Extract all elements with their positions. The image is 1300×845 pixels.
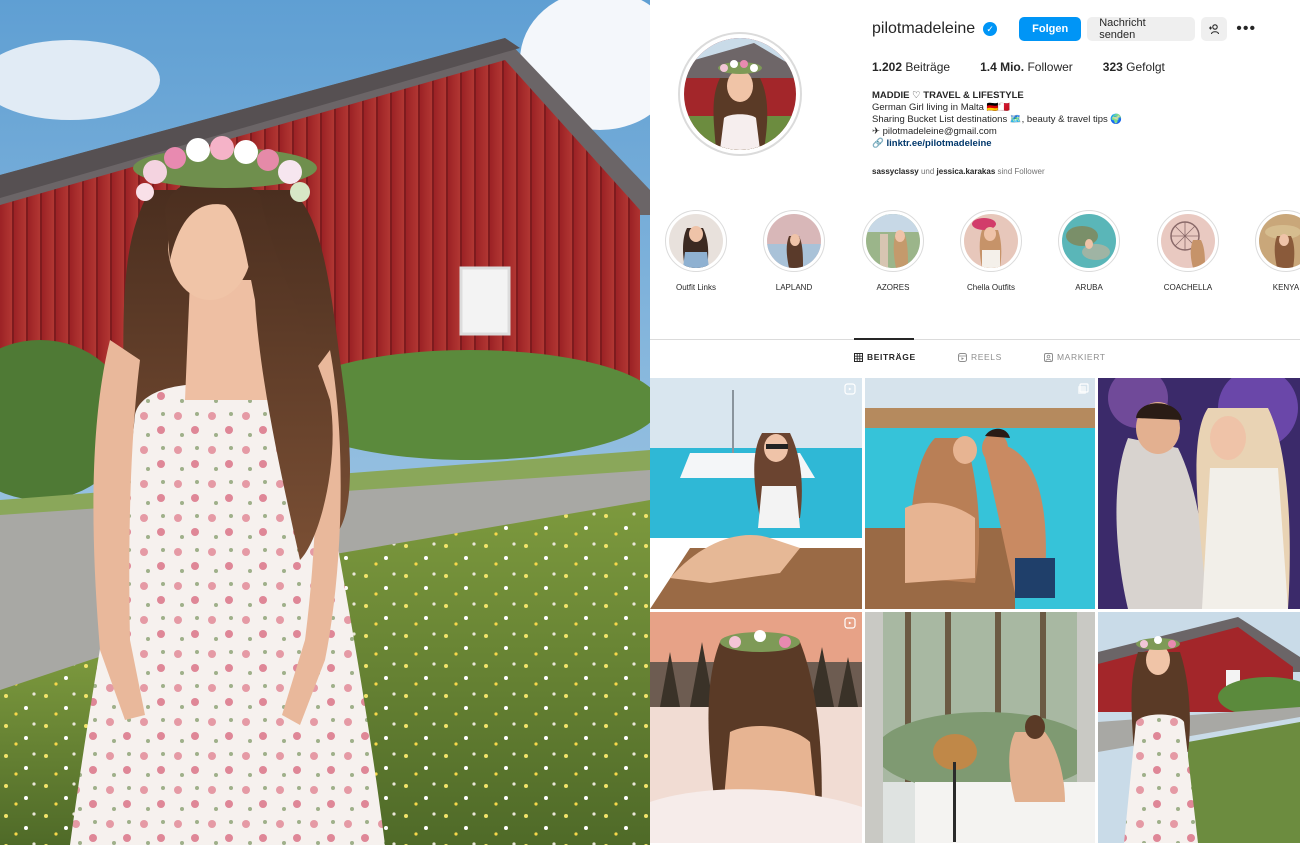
highlight-thumbnail: [964, 214, 1018, 268]
tab-tagged[interactable]: MARKIERT: [1044, 352, 1106, 362]
post-image: [865, 612, 1095, 843]
highlight-label: LAPLAND: [775, 283, 813, 292]
bio-link[interactable]: 🔗 linktr.ee/pilotmadeleine: [872, 138, 1192, 150]
add-user-icon: [1209, 24, 1220, 35]
grid-icon: [854, 352, 863, 362]
active-tab-indicator: [854, 338, 914, 340]
followers-stat[interactable]: 1.4 Mio. Follower: [980, 60, 1073, 74]
bio-name: MADDIE ♡ TRAVEL & LIFESTYLE: [872, 90, 1024, 101]
send-message-button[interactable]: Nachricht senden: [1087, 17, 1196, 41]
reel-indicator-icon: [844, 383, 856, 395]
highlight-label: Outfit Links: [675, 283, 716, 292]
followed-by-text[interactable]: sassyclassy und jessica.karakas sind Fol…: [872, 167, 1045, 176]
profile-header: pilotmadeleine ✓ Folgen Nachricht senden…: [872, 16, 1259, 42]
tab-reels[interactable]: REELS: [958, 352, 1002, 362]
highlight-thumbnail: [669, 214, 723, 268]
post-thumbnail[interactable]: [650, 378, 862, 609]
following-stat[interactable]: 323 Gefolgt: [1103, 60, 1165, 74]
tagged-icon: [1044, 352, 1053, 362]
hero-photo: [0, 0, 650, 845]
bio-line: German Girl living in Malta 🇩🇪🇲🇹: [872, 102, 1011, 113]
highlight-item[interactable]: Outfit Links: [656, 210, 736, 292]
post-image: [650, 612, 862, 843]
post-thumbnail[interactable]: [865, 378, 1095, 609]
post-thumbnail[interactable]: [1098, 612, 1300, 843]
bio-email: ✈ pilotmadeleine@gmail.com: [872, 126, 997, 137]
follow-button[interactable]: Folgen: [1019, 17, 1082, 41]
post-thumbnail[interactable]: [1098, 378, 1300, 609]
reel-indicator-icon: [844, 617, 856, 629]
highlight-label: ARUBA: [1075, 283, 1103, 292]
more-options-icon[interactable]: •••: [1233, 17, 1259, 41]
profile-bio: MADDIE ♡ TRAVEL & LIFESTYLE German Girl …: [872, 90, 1192, 150]
post-image: [1098, 612, 1300, 843]
profile-stats: 1.202 Beiträge 1.4 Mio. Follower 323 Gef…: [872, 60, 1165, 74]
tabs-divider: [650, 339, 1300, 340]
posts-stat[interactable]: 1.202 Beiträge: [872, 60, 950, 74]
profile-avatar[interactable]: [678, 32, 802, 156]
post-thumbnail[interactable]: [865, 612, 1095, 843]
highlight-thumbnail: [866, 214, 920, 268]
suggest-user-button[interactable]: [1201, 17, 1228, 41]
link-icon: 🔗: [872, 138, 884, 149]
carousel-indicator-icon: [1078, 383, 1089, 394]
highlight-item[interactable]: Chella Outfits: [951, 210, 1031, 292]
highlight-thumbnail: [1062, 214, 1116, 268]
verified-badge-icon: ✓: [983, 22, 998, 36]
highlight-item[interactable]: ARUBA: [1049, 210, 1129, 292]
highlight-thumbnail: [1259, 214, 1300, 268]
barn-portrait-image: [0, 0, 650, 845]
story-highlights: Outfit Links LAPLAND AZORES Chella Outfi…: [650, 210, 1300, 302]
username: pilotmadeleine: [872, 20, 976, 37]
post-thumbnail[interactable]: [650, 612, 862, 843]
post-image: [865, 378, 1095, 609]
post-image: [1098, 378, 1300, 609]
reels-icon: [958, 352, 967, 362]
highlight-thumbnail: [1161, 214, 1215, 268]
bio-line: Sharing Bucket List destinations 🗺️, bea…: [872, 114, 1123, 125]
highlight-item[interactable]: COACHELLA: [1148, 210, 1228, 292]
highlight-thumbnail: [767, 214, 821, 268]
highlight-label: COACHELLA: [1163, 283, 1213, 292]
highlight-item[interactable]: KENYA: [1246, 210, 1300, 292]
highlight-label: KENYA: [1272, 283, 1300, 292]
highlight-label: AZORES: [876, 283, 910, 292]
post-image: [650, 378, 862, 609]
avatar-image: [684, 38, 796, 150]
instagram-profile-panel: pilotmadeleine ✓ Folgen Nachricht senden…: [650, 0, 1300, 845]
profile-tabs: BEITRÄGE REELS MARKIERT: [650, 352, 1300, 366]
highlight-label: Chella Outfits: [966, 283, 1016, 292]
highlight-item[interactable]: AZORES: [853, 210, 933, 292]
highlight-item[interactable]: LAPLAND: [754, 210, 834, 292]
tab-posts[interactable]: BEITRÄGE: [854, 352, 916, 362]
posts-grid: [650, 378, 1300, 845]
